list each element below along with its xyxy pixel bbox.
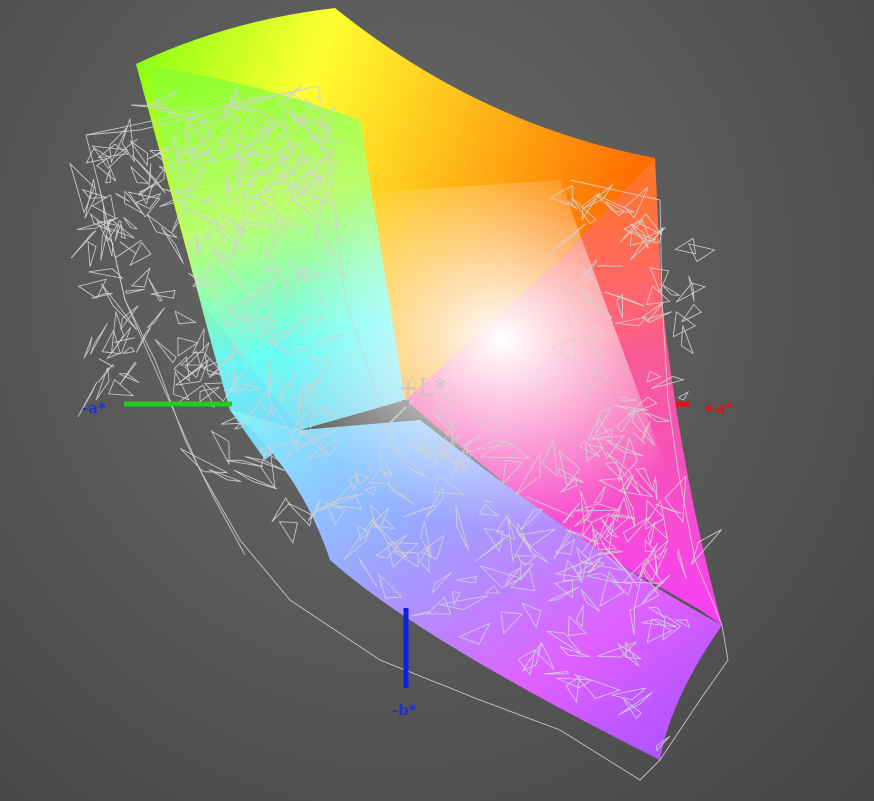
neg-a-label: -a* (82, 399, 106, 417)
wireframe-edge (148, 278, 163, 302)
wireframe-edge (672, 311, 697, 338)
wireframe-edge (124, 288, 145, 295)
wireframe-edge (120, 224, 126, 239)
wireframe-edge (135, 192, 162, 210)
wireframe-edge (688, 275, 695, 302)
wireframe-edge (147, 307, 166, 329)
wireframe-edge (271, 497, 290, 523)
wireframe-edge (105, 235, 114, 257)
wireframe-edge (111, 311, 124, 354)
wireframe-edge (131, 267, 151, 288)
wireframe-edge (172, 370, 190, 401)
wireframe-edge (84, 179, 97, 219)
wireframe-edge (87, 241, 97, 267)
wireframe-edge (174, 310, 197, 325)
wireframe-edge (150, 289, 176, 299)
wireframe-edge (161, 226, 184, 264)
wireframe-edge (146, 214, 178, 239)
wireframe-edge (88, 268, 124, 280)
wireframe-edge (678, 390, 690, 401)
pos-a-label: +a* (703, 399, 733, 417)
wireframe-edge (175, 358, 210, 386)
wireframe-edge (108, 379, 135, 397)
wireframe-edge (95, 367, 110, 401)
wireframe-edge (179, 350, 201, 366)
neg-b-label: -b* (392, 701, 417, 719)
wireframe-edge (98, 358, 115, 368)
wireframe-edge (233, 469, 278, 490)
wireframe-edge (681, 303, 702, 323)
wireframe-edge (662, 284, 680, 296)
wireframe-edge (154, 338, 177, 364)
wireframe-edge (278, 521, 298, 545)
wireframe-edge (123, 216, 138, 230)
wireframe-edge (97, 143, 129, 159)
wireframe-edge (96, 158, 117, 182)
wireframe-edge (83, 336, 93, 359)
wireframe-edge (210, 430, 230, 465)
pos-l-label: +L* (398, 374, 446, 402)
wireframe-edge (179, 448, 228, 474)
gamut-diagram: -a* +a* -b* +L* (69, 8, 733, 781)
wireframe-edge (81, 188, 108, 199)
wireframe-edge (113, 337, 136, 343)
wireframe-edge (121, 346, 136, 355)
wireframe-edge (119, 241, 137, 254)
wireframe-edge (69, 162, 95, 214)
wireframe-edge (90, 323, 108, 355)
wireframe-edge (687, 243, 716, 263)
